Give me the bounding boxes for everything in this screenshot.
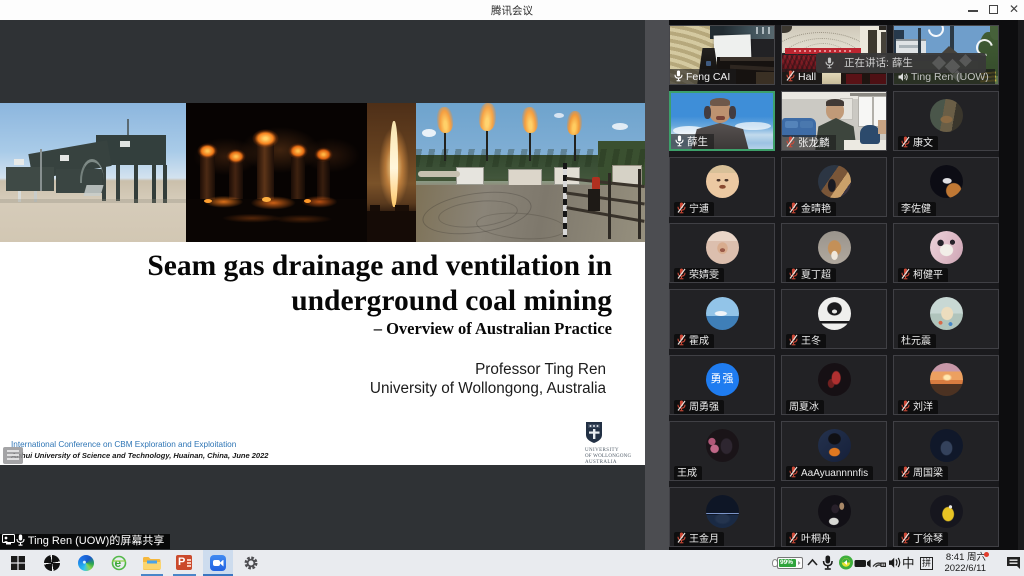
- svg-text:e: e: [115, 556, 122, 570]
- svg-text:OF WOLLONGONG: OF WOLLONGONG: [585, 454, 631, 459]
- svg-text:UNIVERSITY: UNIVERSITY: [585, 448, 619, 453]
- svg-text:中: 中: [902, 556, 915, 571]
- svg-text:AUSTRALIA: AUSTRALIA: [585, 460, 617, 463]
